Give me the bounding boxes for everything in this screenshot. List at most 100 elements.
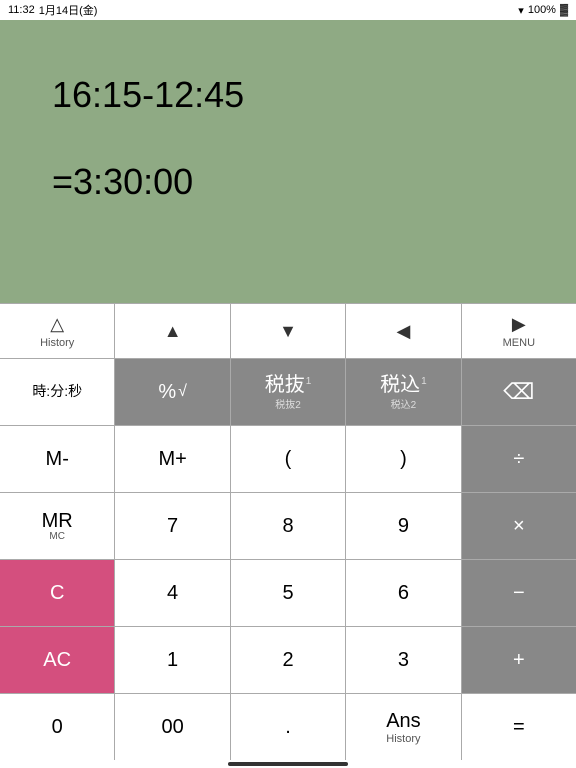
status-time: 11:32 bbox=[8, 4, 35, 16]
decimal-label: . bbox=[285, 716, 291, 738]
digit-00-button[interactable]: 00 bbox=[115, 694, 230, 760]
digit-00-label: 00 bbox=[161, 716, 183, 738]
status-date: 1月14日(金) bbox=[39, 2, 98, 18]
all-clear-label: AC bbox=[43, 649, 71, 671]
left-paren-button[interactable]: ( bbox=[231, 426, 346, 492]
history-label: History bbox=[40, 337, 74, 349]
sqrt-label: √ bbox=[178, 383, 187, 401]
digit-5-label: 5 bbox=[282, 582, 293, 604]
tax-in-sub2: 税込2 bbox=[391, 396, 417, 411]
backspace-icon: ⌫ bbox=[503, 380, 534, 404]
digit-6-button[interactable]: 6 bbox=[346, 560, 461, 626]
subtract-button[interactable]: − bbox=[462, 560, 576, 626]
mr-button[interactable]: MR MC bbox=[0, 493, 115, 559]
display-line2: =3:30:00 bbox=[52, 161, 193, 202]
scroll-down-button[interactable]: ▼ bbox=[231, 304, 346, 358]
right-paren-button[interactable]: ) bbox=[346, 426, 461, 492]
clear-button[interactable]: C bbox=[0, 560, 115, 626]
right-paren-label: ) bbox=[400, 448, 407, 470]
tax-ex-button[interactable]: 税抜 1 税抜2 bbox=[231, 359, 346, 425]
scroll-up-button[interactable]: ▲ bbox=[115, 304, 230, 358]
tax-in-sub1: 1 bbox=[421, 376, 427, 387]
digit-7-button[interactable]: 7 bbox=[115, 493, 230, 559]
left-arrow-icon: ◀ bbox=[397, 321, 411, 342]
tax-in-label: 税込 bbox=[380, 374, 420, 396]
nav-row: △ History ▲ ▼ ◀ ▶ MENU bbox=[0, 303, 576, 358]
digit-4-button[interactable]: 4 bbox=[115, 560, 230, 626]
add-button[interactable]: + bbox=[462, 627, 576, 693]
digit-7-label: 7 bbox=[167, 515, 178, 537]
memory-minus-label: M- bbox=[46, 448, 69, 470]
time-label: 時:分:秒 bbox=[32, 384, 82, 399]
memory-row: M- M+ ( ) ÷ bbox=[0, 425, 576, 492]
percent-button[interactable]: % √ bbox=[115, 359, 230, 425]
mr-label: MR bbox=[42, 510, 73, 532]
memory-plus-button[interactable]: M+ bbox=[115, 426, 230, 492]
up-arrow-icon: ▲ bbox=[164, 321, 182, 342]
tax-ex-sub2: 税抜2 bbox=[275, 396, 301, 411]
all-clear-button[interactable]: AC bbox=[0, 627, 115, 693]
digit-1-button[interactable]: 1 bbox=[115, 627, 230, 693]
digit-0-label: 0 bbox=[52, 716, 63, 738]
digit-5-button[interactable]: 5 bbox=[231, 560, 346, 626]
calculator-display: 16:15-12:45 =3:30:00 bbox=[0, 20, 576, 303]
add-label: + bbox=[513, 649, 525, 671]
battery-level: 100% bbox=[528, 4, 556, 16]
triangle-icon: △ bbox=[50, 314, 64, 335]
percent-label: % bbox=[158, 381, 176, 403]
display-line1: 16:15-12:45 bbox=[52, 74, 244, 115]
wifi-icon: ▾ bbox=[518, 4, 524, 17]
status-bar: 11:32 1月14日(金) ▾ 100% ▓ bbox=[0, 0, 576, 20]
equals-label: = bbox=[513, 716, 525, 738]
digit-1-label: 1 bbox=[167, 649, 178, 671]
digit-2-button[interactable]: 2 bbox=[231, 627, 346, 693]
time-button[interactable]: 時:分:秒 bbox=[0, 359, 115, 425]
multiply-button[interactable]: × bbox=[462, 493, 576, 559]
digit-8-label: 8 bbox=[282, 515, 293, 537]
left-paren-label: ( bbox=[285, 448, 292, 470]
multiply-label: × bbox=[513, 515, 525, 537]
history-button[interactable]: △ History bbox=[0, 304, 115, 358]
down-arrow-icon: ▼ bbox=[279, 321, 297, 342]
cursor-left-button[interactable]: ◀ bbox=[346, 304, 461, 358]
digit-0-button[interactable]: 0 bbox=[0, 694, 115, 760]
digit-3-button[interactable]: 3 bbox=[346, 627, 461, 693]
memory-plus-label: M+ bbox=[158, 448, 186, 470]
display-expression: 16:15-12:45 =3:30:00 bbox=[12, 30, 564, 289]
function-row: 時:分:秒 % √ 税抜 1 税抜2 税込 1 税込2 ⌫ bbox=[0, 358, 576, 425]
row-46: C 4 5 6 − bbox=[0, 559, 576, 626]
digit-4-label: 4 bbox=[167, 582, 178, 604]
tax-ex-label: 税抜 bbox=[265, 374, 305, 396]
digit-2-label: 2 bbox=[282, 649, 293, 671]
status-indicators: ▾ 100% ▓ bbox=[518, 4, 568, 17]
row-13: AC 1 2 3 + bbox=[0, 626, 576, 693]
backspace-button[interactable]: ⌫ bbox=[462, 359, 576, 425]
home-bar bbox=[228, 762, 348, 766]
equals-button[interactable]: = bbox=[462, 694, 576, 760]
menu-button[interactable]: ▶ MENU bbox=[462, 304, 576, 358]
memory-minus-button[interactable]: M- bbox=[0, 426, 115, 492]
digit-9-label: 9 bbox=[398, 515, 409, 537]
ans-history-button[interactable]: Ans History bbox=[346, 694, 461, 760]
tax-in-button[interactable]: 税込 1 税込2 bbox=[346, 359, 461, 425]
subtract-label: − bbox=[513, 582, 525, 604]
divide-button[interactable]: ÷ bbox=[462, 426, 576, 492]
ans-label: Ans bbox=[386, 710, 420, 733]
right-arrow-icon: ▶ bbox=[512, 314, 526, 335]
tax-ex-sub1: 1 bbox=[306, 376, 312, 387]
digit-3-label: 3 bbox=[398, 649, 409, 671]
digit-9-button[interactable]: 9 bbox=[346, 493, 461, 559]
digit-6-label: 6 bbox=[398, 582, 409, 604]
row-bottom: 0 00 . Ans History = bbox=[0, 693, 576, 760]
home-indicator bbox=[0, 760, 576, 768]
row-79: MR MC 7 8 9 × bbox=[0, 492, 576, 559]
calculator-keypad: △ History ▲ ▼ ◀ ▶ MENU 時:分:秒 % √ bbox=[0, 303, 576, 760]
status-time-area: 11:32 1月14日(金) bbox=[8, 2, 97, 18]
divide-label: ÷ bbox=[513, 448, 524, 470]
battery-icon: ▓ bbox=[560, 4, 568, 16]
menu-label: MENU bbox=[503, 337, 535, 349]
decimal-button[interactable]: . bbox=[231, 694, 346, 760]
digit-8-button[interactable]: 8 bbox=[231, 493, 346, 559]
clear-label: C bbox=[50, 582, 64, 604]
mc-label: MC bbox=[49, 532, 65, 542]
